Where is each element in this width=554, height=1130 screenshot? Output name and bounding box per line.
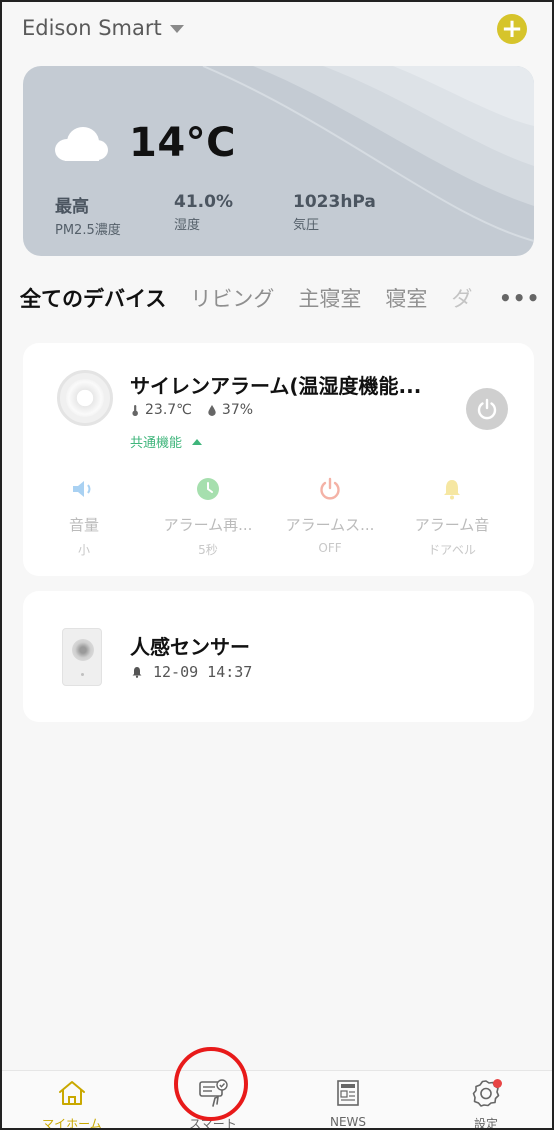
function-label: アラームス... (285, 516, 375, 534)
function-volume[interactable]: 音量 小 (20, 476, 148, 558)
pm25-value: 最高 (55, 197, 89, 217)
siren-device-image (57, 370, 113, 426)
common-functions-toggle[interactable]: 共通機能 (130, 432, 203, 451)
nav-my-home[interactable]: マイホーム (22, 1077, 122, 1130)
pressure-metric: 1023hPa 気圧 (293, 192, 376, 233)
device-card-siren-alarm[interactable]: サイレンアラーム(温湿度機能... 23.7℃ 37% 共通機能 音量 小 アラ… (23, 343, 534, 576)
tab-dining[interactable]: ダ (451, 283, 472, 313)
notification-badge (493, 1079, 502, 1088)
nav-smart[interactable]: スマート (163, 1077, 263, 1130)
event-timestamp: 12-09 14:37 (153, 663, 253, 681)
add-device-button[interactable]: + (497, 14, 527, 44)
bottom-navigation: マイホーム スマート NEWS 設定 (2, 1070, 552, 1130)
humidity-metric: 41.0% 湿度 (174, 192, 233, 233)
function-label: 音量 (68, 516, 99, 534)
power-icon (477, 398, 497, 420)
device-temperature: 23.7℃ (145, 402, 192, 418)
function-alarm-switch[interactable]: アラームス... OFF (266, 476, 394, 555)
nav-label: マイホーム (42, 1117, 102, 1130)
home-selector[interactable]: Edison Smart (22, 16, 184, 40)
smart-scene-icon (199, 1079, 228, 1107)
nav-label: スマート (189, 1117, 237, 1130)
pressure-label: 気圧 (293, 218, 320, 233)
bell-icon (444, 480, 460, 500)
device-card-motion-sensor[interactable]: 人感センサー 12-09 14:37 (23, 591, 534, 722)
nav-news[interactable]: NEWS (298, 1077, 398, 1129)
humidity-label: 湿度 (174, 218, 201, 233)
common-functions-label: 共通機能 (130, 436, 183, 451)
temperature: 14°C (129, 120, 237, 166)
clock-icon (197, 478, 219, 500)
thermometer-icon (132, 404, 138, 416)
quick-functions: 音量 小 アラーム再... 5秒 アラームス... OFF アラーム音 ドアベル (20, 476, 534, 558)
tab-living[interactable]: リビング (190, 283, 274, 313)
room-tabs: 全てのデバイス リビング 主寝室 寝室 ダ (20, 282, 540, 314)
humidity-drop-icon (208, 404, 216, 416)
caret-down-icon (169, 25, 184, 33)
newspaper-icon (337, 1080, 359, 1106)
home-name: Edison Smart (22, 16, 162, 40)
tab-all-devices[interactable]: 全てのデバイス (20, 283, 166, 313)
function-alarm-duration[interactable]: アラーム再... 5秒 (144, 476, 272, 558)
function-value: 5秒 (198, 543, 218, 557)
function-label: アラーム音 (414, 516, 490, 534)
nav-label: NEWS (329, 1115, 367, 1129)
home-icon (59, 1081, 85, 1105)
more-tabs-button[interactable]: ••• (499, 286, 540, 310)
speaker-icon (73, 481, 91, 497)
bell-icon (132, 667, 142, 678)
device-readings: 23.7℃ 37% (131, 402, 253, 418)
motion-sensor-image (62, 628, 102, 686)
caret-up-icon (192, 438, 203, 445)
nav-label: 設定 (473, 1117, 498, 1130)
device-name: 人感センサー (130, 635, 250, 659)
function-alarm-sound[interactable]: アラーム音 ドアベル (388, 476, 516, 558)
pm25-metric: 最高 PM2.5濃度 (55, 192, 121, 238)
function-value: OFF (318, 541, 342, 555)
app-screen: Edison Smart + 14°C 最高 PM2.5濃度 41.0% 湿度 (0, 0, 554, 1130)
function-label: アラーム再... (163, 516, 253, 534)
device-name: サイレンアラーム(温湿度機能... (130, 374, 422, 398)
header: Edison Smart + (2, 2, 552, 62)
nav-settings[interactable]: 設定 (436, 1077, 536, 1130)
device-last-event: 12-09 14:37 (131, 663, 252, 681)
pressure-value: 1023hPa (293, 192, 376, 212)
tab-master-bedroom[interactable]: 主寝室 (298, 283, 361, 313)
humidity-value: 41.0% (174, 192, 233, 212)
pm25-label: PM2.5濃度 (55, 223, 121, 238)
function-value: ドアベル (428, 543, 476, 557)
function-value: 小 (77, 543, 90, 557)
tab-bedroom[interactable]: 寝室 (385, 283, 427, 313)
cloud-icon (55, 127, 108, 161)
power-icon (320, 477, 340, 500)
power-toggle-button[interactable] (466, 388, 508, 430)
device-humidity: 37% (221, 402, 254, 418)
weather-card[interactable]: 14°C 最高 PM2.5濃度 41.0% 湿度 1023hPa 気圧 (23, 66, 534, 256)
